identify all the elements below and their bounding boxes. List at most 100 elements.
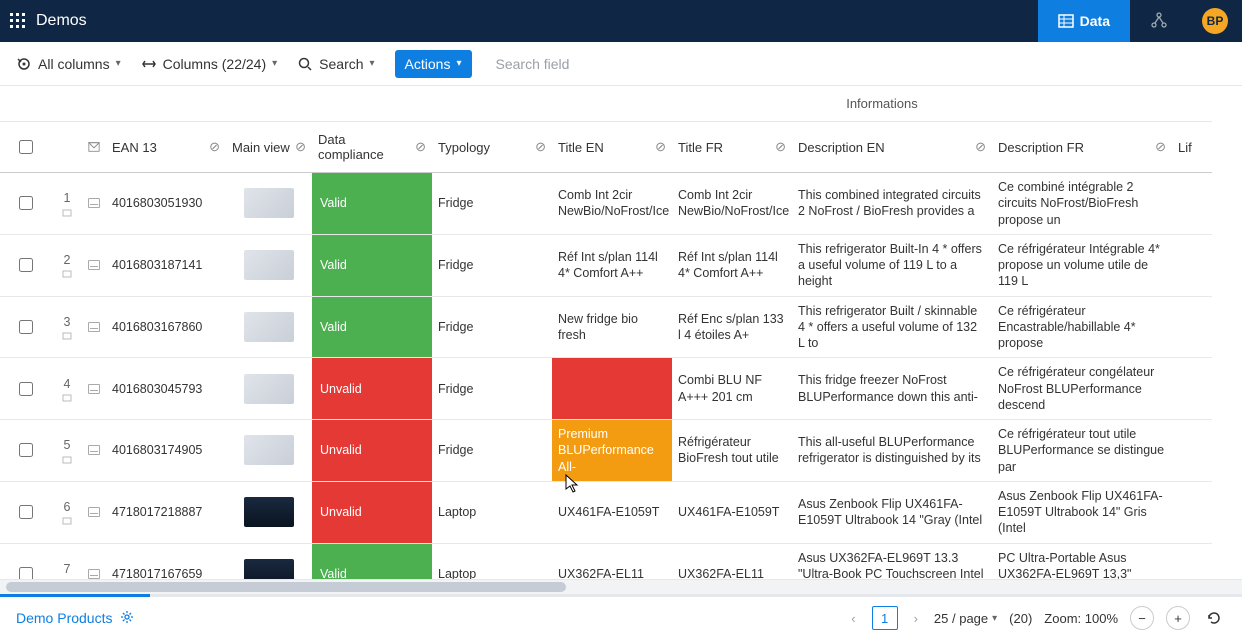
cell-ean: 4016803167860	[106, 297, 226, 359]
cell-desc-en: This refrigerator Built / skinnable 4 * …	[792, 297, 992, 359]
col-typology[interactable]: Typology⊘	[432, 122, 552, 173]
cell-title-fr: Comb Int 2cir NewBio/NoFrost/Ice	[672, 173, 792, 235]
col-main-view[interactable]: Main view⊘	[226, 122, 312, 173]
cell-thumbnail	[226, 544, 312, 581]
cell-title-en: Réf Int s/plan 114l 4* Comfort A++	[552, 235, 672, 297]
cell-title-en	[552, 358, 672, 420]
col-title-fr[interactable]: Title FR⊘	[672, 122, 792, 173]
cell-ean: 4718017167659	[106, 544, 226, 581]
row-checkbox[interactable]	[0, 297, 52, 359]
cell-desc-fr: Ce réfrigérateur Encastrable/habillable …	[992, 297, 1172, 359]
actions-button[interactable]: Actions ▾	[395, 50, 472, 78]
app-header: Demos Data BP	[0, 0, 1242, 42]
cell-thumbnail	[226, 297, 312, 359]
cell-typology: Fridge	[432, 297, 552, 359]
cell-thumbnail	[226, 173, 312, 235]
cell-lif	[1172, 544, 1212, 581]
col-desc-fr[interactable]: Description FR⊘	[992, 122, 1172, 173]
per-page-dropdown[interactable]: 25 / page▾	[934, 611, 997, 626]
zoom-in-button[interactable]: +	[1166, 606, 1190, 630]
col-lif[interactable]: Lif	[1172, 122, 1212, 173]
cell-title-fr: UX362FA-EL11	[672, 544, 792, 581]
cell-title-fr: UX461FA-E1059T	[672, 482, 792, 544]
row-number: 7	[52, 544, 82, 581]
cell-lif	[1172, 420, 1212, 482]
cell-typology: Fridge	[432, 358, 552, 420]
envelope-icon[interactable]	[82, 235, 106, 297]
cell-title-en: UX362FA-EL11	[552, 544, 672, 581]
row-checkbox[interactable]	[0, 420, 52, 482]
cell-lif	[1172, 482, 1212, 544]
cell-desc-fr: PC Ultra-Portable Asus UX362FA-EL969T 13…	[992, 544, 1172, 581]
row-number: 3	[52, 297, 82, 359]
cell-typology: Laptop	[432, 482, 552, 544]
envelope-icon[interactable]	[82, 297, 106, 359]
cell-lif	[1172, 358, 1212, 420]
cell-compliance: Valid	[312, 297, 432, 359]
row-checkbox[interactable]	[0, 173, 52, 235]
cell-lif	[1172, 297, 1212, 359]
gear-icon[interactable]	[120, 610, 134, 627]
search-input[interactable]	[492, 52, 672, 76]
col-compliance[interactable]: Data compliance⊘	[312, 122, 432, 173]
cell-thumbnail	[226, 358, 312, 420]
cell-title-en: New fridge bio fresh	[552, 297, 672, 359]
search-dropdown[interactable]: Search ▾	[297, 56, 374, 72]
cell-ean: 4016803187141	[106, 235, 226, 297]
cell-desc-en: Asus Zenbook Flip UX461FA-E1059T Ultrabo…	[792, 482, 992, 544]
cell-typology: Fridge	[432, 420, 552, 482]
actions-label: Actions	[405, 56, 451, 72]
tab-data[interactable]: Data	[1038, 0, 1130, 42]
page-title: Demos	[36, 12, 1038, 30]
breadcrumb[interactable]: Demo Products	[16, 610, 112, 626]
total-count: (20)	[1009, 611, 1032, 626]
cell-desc-fr: Ce réfrigérateur Intégrable 4* propose u…	[992, 235, 1172, 297]
col-desc-en[interactable]: Description EN⊘	[792, 122, 992, 173]
data-grid: Informations EAN 13⊘ Main view⊘ Data com…	[0, 86, 1242, 580]
cell-title-fr: Réf Int s/plan 114l 4* Comfort A++	[672, 235, 792, 297]
cell-typology: Laptop	[432, 544, 552, 581]
cell-title-en: UX461FA-E1059T	[552, 482, 672, 544]
chevron-down-icon: ▾	[116, 58, 121, 69]
user-avatar[interactable]: BP	[1202, 8, 1228, 34]
row-number: 5	[52, 420, 82, 482]
refresh-button[interactable]	[1202, 606, 1226, 630]
prev-page-button[interactable]: ‹	[847, 609, 859, 628]
envelope-icon[interactable]	[82, 482, 106, 544]
tab-graph[interactable]	[1130, 0, 1188, 42]
loading-progress	[0, 594, 1242, 597]
apps-menu-icon[interactable]	[10, 13, 26, 29]
cell-title-en: Comb Int 2cir NewBio/NoFrost/Ice	[552, 173, 672, 235]
cell-compliance: Valid	[312, 544, 432, 581]
cell-title-fr: Combi BLU NF A+++ 201 cm	[672, 358, 792, 420]
col-ean[interactable]: EAN 13⊘	[106, 122, 226, 173]
horizontal-scrollbar[interactable]	[0, 580, 1242, 594]
row-number: 6	[52, 482, 82, 544]
row-checkbox[interactable]	[0, 358, 52, 420]
zoom-label: Zoom: 100%	[1044, 611, 1118, 626]
cell-thumbnail	[226, 482, 312, 544]
cell-compliance: Unvalid	[312, 420, 432, 482]
columns-count-label: Columns (22/24)	[163, 56, 267, 72]
envelope-icon[interactable]	[82, 173, 106, 235]
current-page[interactable]: 1	[872, 606, 898, 630]
row-checkbox[interactable]	[0, 482, 52, 544]
cell-title-fr: Réfrigérateur BioFresh tout utile	[672, 420, 792, 482]
cell-lif	[1172, 235, 1212, 297]
all-columns-label: All columns	[38, 56, 110, 72]
cell-ean: 4016803045793	[106, 358, 226, 420]
zoom-out-button[interactable]: −	[1130, 606, 1154, 630]
columns-dropdown[interactable]: Columns (22/24) ▾	[141, 56, 278, 72]
cell-ean: 4016803174905	[106, 420, 226, 482]
cell-desc-fr: Ce combiné intégrable 2 circuits NoFrost…	[992, 173, 1172, 235]
row-checkbox[interactable]	[0, 235, 52, 297]
col-title-en[interactable]: Title EN⊘	[552, 122, 672, 173]
header-checkbox[interactable]	[0, 122, 52, 173]
envelope-icon[interactable]	[82, 358, 106, 420]
row-checkbox[interactable]	[0, 544, 52, 581]
cell-compliance: Unvalid	[312, 482, 432, 544]
envelope-icon[interactable]	[82, 544, 106, 581]
envelope-icon[interactable]	[82, 420, 106, 482]
all-columns-dropdown[interactable]: All columns ▾	[16, 56, 121, 72]
next-page-button[interactable]: ›	[910, 609, 922, 628]
